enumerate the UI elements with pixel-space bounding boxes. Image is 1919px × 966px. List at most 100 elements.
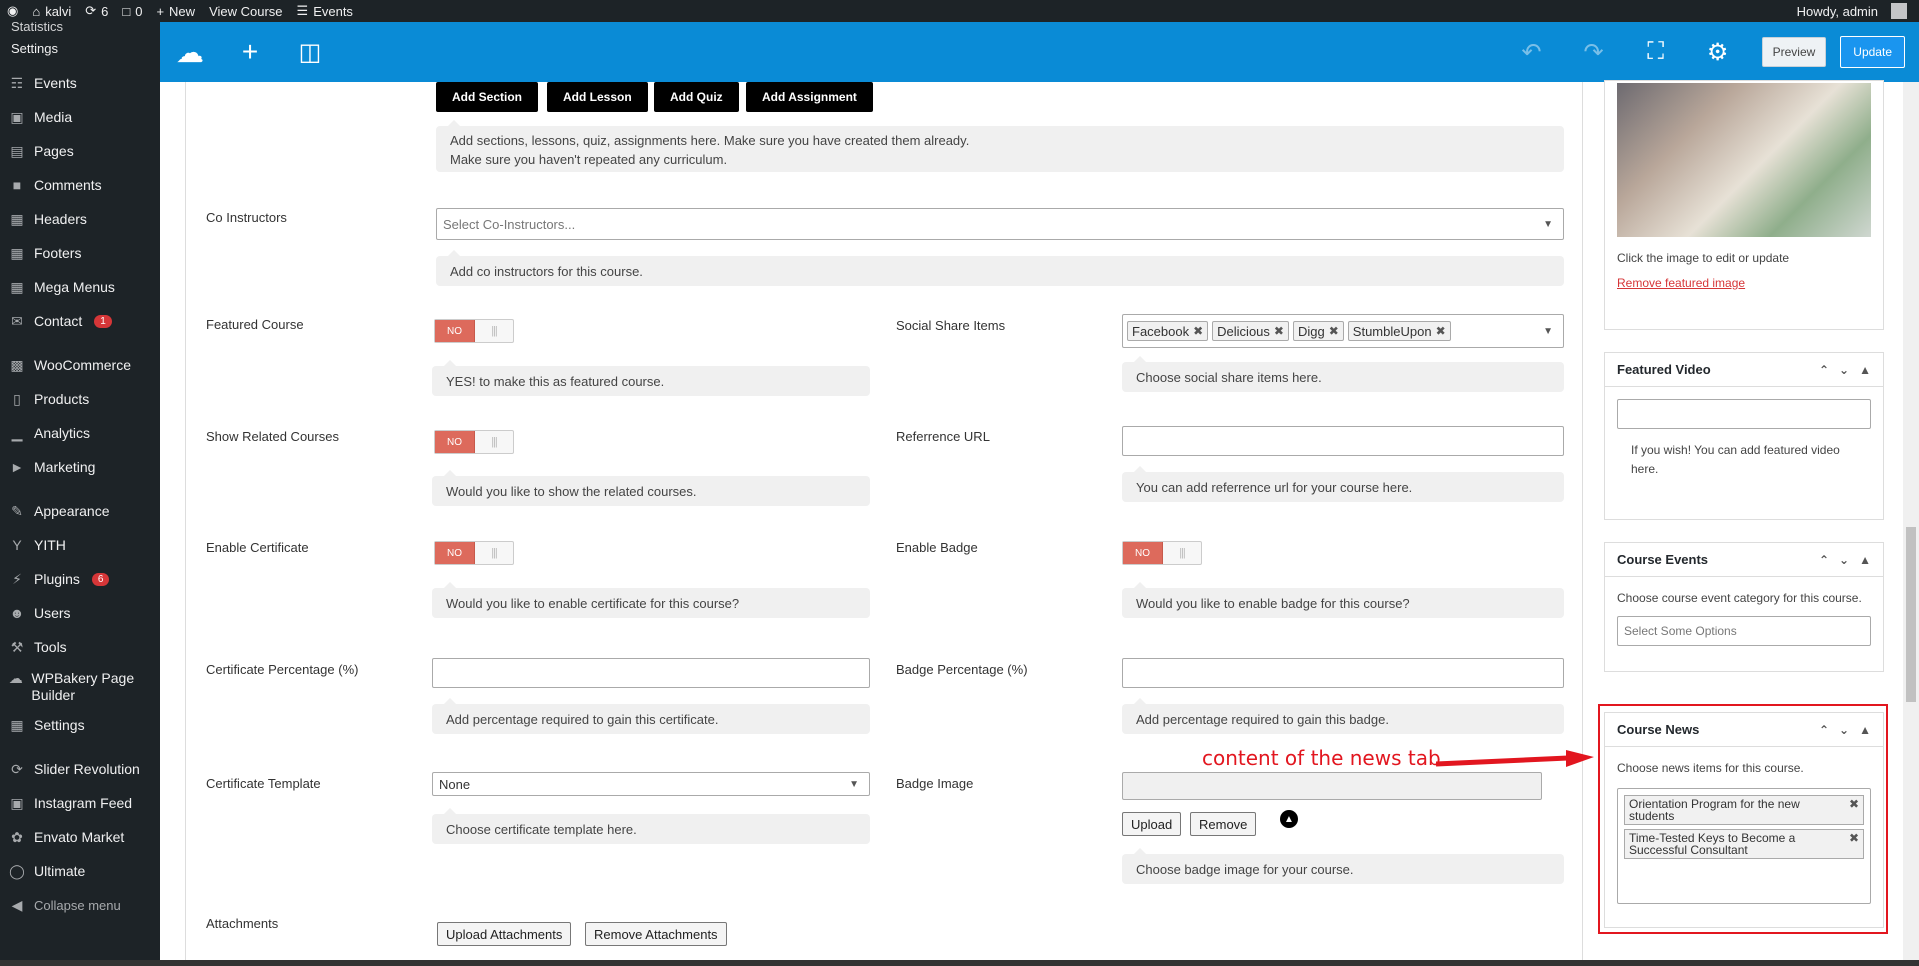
sidebar-item-marketing[interactable]: ► Marketing (0, 450, 160, 484)
move-down-icon[interactable]: ⌄ (1839, 553, 1849, 567)
sidebar-item-headers[interactable]: ▦ Headers (0, 202, 160, 236)
add-quiz-button[interactable]: Add Quiz (654, 82, 739, 112)
remove-x-icon[interactable]: ✖ (1329, 324, 1339, 338)
remove-featured-image-link[interactable]: Remove featured image (1605, 272, 1883, 294)
move-down-icon[interactable]: ⌄ (1839, 363, 1849, 377)
sidebar-subitem-settings[interactable]: Settings (0, 38, 160, 60)
fullscreen-icon[interactable]: ⛶ (1626, 38, 1686, 66)
plus-icon: + (156, 3, 165, 19)
grip-icon: ||| (491, 325, 498, 337)
wordpress-logo-icon[interactable]: ◉ (0, 0, 25, 22)
undo-icon[interactable]: ↶ (1502, 38, 1562, 67)
sidebar-item-instagram-feed[interactable]: ▣ Instagram Feed (0, 786, 160, 820)
related-courses-label: Show Related Courses (206, 429, 339, 444)
move-up-icon[interactable]: ⌃ (1819, 363, 1829, 377)
sidebar-item-plugins[interactable]: ⚡ Plugins 6 (0, 562, 160, 596)
chevron-down-icon: ▼ (1543, 218, 1553, 230)
social-share-select[interactable]: Facebook ✖ Delicious ✖ Digg ✖ StumbleUpon ✖ … (1122, 314, 1564, 348)
curriculum-help: Add sections, lessons, quiz, assignments… (436, 120, 1564, 172)
course-events-help: Choose course event category for this co… (1617, 591, 1862, 605)
sidebar-item-wpbakery[interactable]: ☁ WPBakery Page Builder (0, 664, 160, 708)
related-courses-toggle[interactable]: NO ||| (434, 430, 514, 454)
new-content-link[interactable]: + New (149, 0, 202, 22)
sidebar-item-settings[interactable]: ▦ Settings (0, 708, 160, 742)
social-tag-digg[interactable]: Digg ✖ (1292, 321, 1344, 341)
events-icon: ☰ (296, 3, 309, 18)
reference-url-label: Referrence URL (896, 429, 990, 444)
sidebar-item-mega-menus[interactable]: ▦ Mega Menus (0, 270, 160, 304)
avatar[interactable] (1891, 3, 1907, 19)
enable-badge-toggle[interactable]: NO ||| (1122, 541, 1202, 565)
sidebar-item-ultimate[interactable]: ◯ Ultimate (0, 854, 160, 888)
remove-x-icon[interactable]: ✖ (1436, 324, 1446, 338)
sidebar-item-envato-market[interactable]: ✿ Envato Market (0, 820, 160, 854)
preview-button[interactable]: Preview (1761, 37, 1827, 67)
move-up-icon[interactable]: ⌃ (1819, 553, 1829, 567)
course-events-header[interactable]: Course Events ⌃ ⌄ ▲ (1605, 543, 1883, 577)
plugins-icon: ⚡ (12, 570, 22, 587)
featured-image-thumbnail[interactable] (1617, 83, 1871, 237)
add-assignment-button[interactable]: Add Assignment (746, 82, 873, 112)
image-icon: ▲ (1280, 810, 1298, 828)
sidebar-item-tools[interactable]: ⚒ Tools (0, 630, 160, 664)
templates-icon[interactable]: ◫ (280, 38, 340, 67)
scrollbar-thumb[interactable] (1906, 527, 1916, 702)
remove-attachments-button[interactable]: Remove Attachments (585, 922, 727, 946)
badge-upload-button[interactable]: Upload (1122, 812, 1182, 836)
sidebar-item-slider-revolution[interactable]: ⟳ Slider Revolution (0, 752, 160, 786)
featured-course-toggle[interactable]: NO ||| (434, 319, 514, 343)
collapse-toggle-icon[interactable]: ▲ (1859, 553, 1871, 567)
site-name-link[interactable]: ⌂ kalvi (25, 0, 78, 22)
certificate-percentage-label: Certificate Percentage (%) (206, 662, 359, 677)
vertical-scrollbar[interactable] (1903, 82, 1919, 966)
howdy-account-link[interactable]: Howdy, admin (1790, 0, 1885, 22)
collapse-toggle-icon[interactable]: ▲ (1859, 363, 1871, 377)
sidebar-item-pages[interactable]: ▤ Pages (0, 134, 160, 168)
featured-video-input[interactable] (1617, 399, 1871, 429)
add-lesson-button[interactable]: Add Lesson (547, 82, 648, 112)
reference-url-input[interactable] (1122, 426, 1564, 456)
collapse-menu-button[interactable]: ◀ Collapse menu (0, 888, 160, 922)
add-section-button[interactable]: Add Section (436, 82, 539, 112)
sidebar-item-media[interactable]: ▣ Media (0, 100, 160, 134)
sidebar-item-footers[interactable]: ▦ Footers (0, 236, 160, 270)
updates-link[interactable]: ⟳ 6 (78, 0, 115, 22)
tools-icon: ⚒ (10, 638, 24, 655)
sidebar-subitem-statistics[interactable]: Statistics (0, 22, 160, 38)
social-tag-stumbleupon[interactable]: StumbleUpon ✖ (1347, 321, 1451, 341)
social-tag-delicious[interactable]: Delicious ✖ (1212, 321, 1289, 341)
sidebar-item-products[interactable]: ▯ Products (0, 382, 160, 416)
sidebar-item-contact[interactable]: ✉ Contact 1 (0, 304, 160, 338)
sidebar-item-yith[interactable]: Y YITH (0, 528, 160, 562)
wpbakery-logo-icon[interactable]: ☁ (160, 36, 220, 69)
settings-icon: ▦ (10, 716, 24, 733)
view-course-link[interactable]: View Course (202, 0, 289, 22)
sidebar-item-woocommerce[interactable]: ▩ WooCommerce (0, 348, 160, 382)
sidebar-item-events[interactable]: ☶ Events (0, 66, 160, 100)
add-element-icon[interactable]: + (220, 36, 280, 68)
featured-video-header[interactable]: Featured Video ⌃ ⌄ ▲ (1605, 353, 1883, 387)
course-events-select[interactable]: Select Some Options (1617, 616, 1871, 646)
certificate-percentage-input[interactable] (432, 658, 870, 688)
social-tag-facebook[interactable]: Facebook ✖ (1127, 321, 1209, 341)
badge-percentage-label: Badge Percentage (%) (896, 662, 1028, 677)
yith-icon: Y (12, 537, 22, 553)
certificate-template-select[interactable]: None ▼ (432, 772, 870, 796)
sidebar-item-comments[interactable]: ■ Comments (0, 168, 160, 202)
enable-certificate-toggle[interactable]: NO ||| (434, 541, 514, 565)
redo-icon[interactable]: ↷ (1564, 38, 1624, 67)
events-link[interactable]: ☰ Events (290, 0, 360, 22)
update-button[interactable]: Update (1840, 36, 1905, 68)
sidebar-item-appearance[interactable]: ✎ Appearance (0, 494, 160, 528)
badge-remove-button[interactable]: Remove (1190, 812, 1257, 836)
comments-link[interactable]: □ 0 (115, 0, 149, 22)
sidebar-item-analytics[interactable]: ▁ Analytics (0, 416, 160, 450)
upload-attachments-button[interactable]: Upload Attachments (437, 922, 572, 946)
co-instructors-select[interactable]: Select Co-Instructors... ▼ (436, 208, 1564, 240)
badge-image-input[interactable] (1122, 772, 1542, 800)
sidebar-item-users[interactable]: ☻ Users (0, 596, 160, 630)
remove-x-icon[interactable]: ✖ (1193, 324, 1203, 338)
gear-icon[interactable]: ⚙ (1688, 38, 1748, 67)
remove-x-icon[interactable]: ✖ (1274, 324, 1284, 338)
badge-percentage-input[interactable] (1122, 658, 1564, 688)
